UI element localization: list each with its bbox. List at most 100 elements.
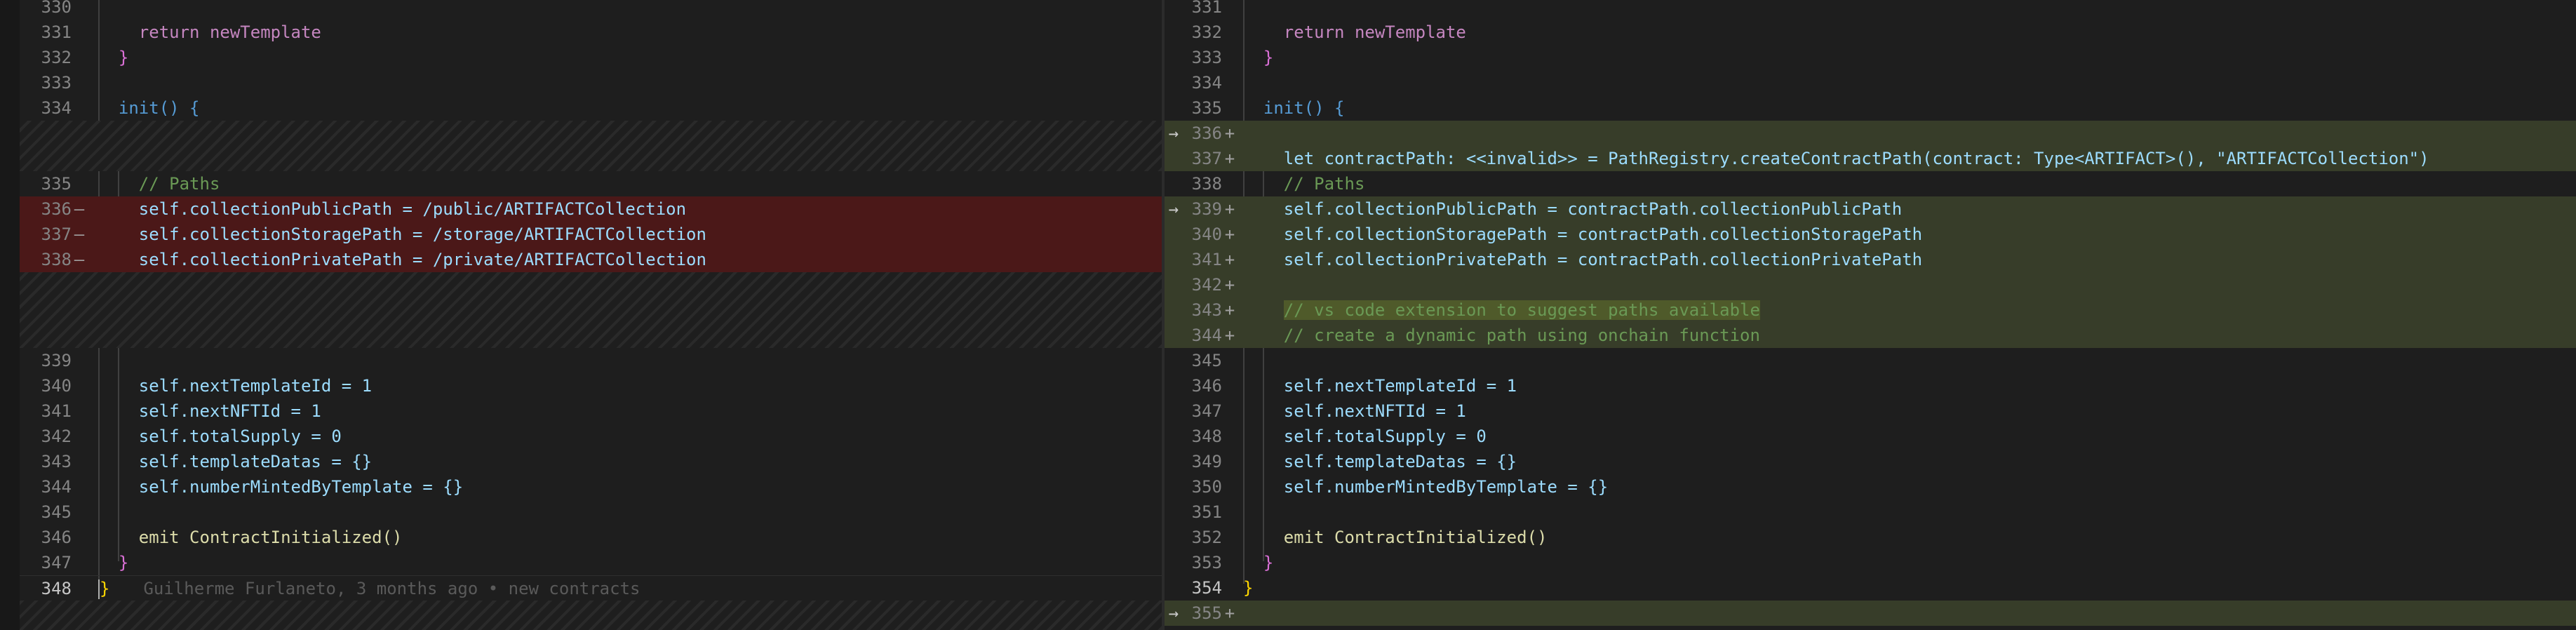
arrow-right-icon[interactable]: →	[1165, 199, 1183, 219]
code-text: }	[1263, 553, 1274, 572]
line-number: 337	[1191, 149, 1222, 168]
code-line[interactable]: 346 self.nextTemplateId = 1	[1165, 373, 2576, 398]
added-line[interactable]: → 339 + self.collectionPublicPath = contra…	[1165, 196, 2576, 222]
code-line[interactable]: 344 self.numberMintedByTemplate = {}	[20, 474, 1162, 500]
line-number: 336	[41, 199, 72, 219]
line-number: 349	[1191, 452, 1222, 471]
code-text: self.nextTemplateId = 1	[1283, 376, 1517, 396]
code-line[interactable]: 340 self.nextTemplateId = 1	[20, 373, 1162, 398]
code-line[interactable]: 332 return newTemplate	[1165, 20, 2576, 45]
code-text: self.collectionPrivatePath = /private/AR…	[138, 250, 706, 269]
code-line[interactable]: 348 self.totalSupply = 0	[1165, 424, 2576, 449]
code-text: return newTemplate	[1283, 22, 1466, 42]
code-line[interactable]: 345	[1165, 348, 2576, 373]
code-text: self.nextNFTId = 1	[138, 401, 321, 421]
added-line[interactable]: 341 + self.collectionPrivatePath = contra…	[1165, 247, 2576, 272]
modified-pane[interactable]: 331 332 return newTemplate 333 } 334 335…	[1165, 0, 2576, 630]
code-line[interactable]: 339	[20, 348, 1162, 373]
code-text: }	[1263, 48, 1274, 67]
removed-line[interactable]: 337— self.collectionStoragePath = /stora…	[20, 222, 1162, 247]
line-number: 344	[1191, 326, 1222, 345]
code-line[interactable]: 341 self.nextNFTId = 1	[20, 398, 1162, 424]
code-line[interactable]: 352 emit ContractInitialized()	[1165, 525, 2576, 550]
line-number: 341	[1191, 250, 1222, 269]
code-line[interactable]: 330	[20, 0, 1162, 20]
line-number: 341	[41, 401, 72, 421]
code-line[interactable]: 335 init() {	[1165, 95, 2576, 121]
line-number: 331	[1191, 0, 1222, 17]
code-text: self.totalSupply = 0	[1283, 427, 1487, 446]
code-line[interactable]: 334	[1165, 70, 2576, 95]
code-line[interactable]: 332 }	[20, 45, 1162, 70]
diff-filler	[20, 601, 1162, 630]
added-line[interactable]: → 336 +	[1165, 121, 2576, 146]
current-line[interactable]: 348 } Guilherme Furlaneto, 3 months ago •…	[20, 575, 1162, 602]
code-text: // Paths	[1283, 174, 1365, 194]
added-line[interactable]: 342 +	[1165, 272, 2576, 297]
code-text: }	[100, 579, 110, 598]
code-text: }	[118, 48, 129, 67]
line-number: 346	[1191, 376, 1222, 396]
added-line[interactable]: 337 + let contractPath: <<invalid>> = Pat…	[1165, 146, 2576, 171]
code-line[interactable]: 350 self.numberMintedByTemplate = {}	[1165, 474, 2576, 500]
line-number: 336	[1191, 123, 1222, 143]
arrow-right-icon[interactable]: →	[1165, 603, 1183, 623]
added-mark: +	[1224, 326, 1235, 345]
code-line[interactable]: 345	[20, 500, 1162, 525]
code-text: self.collectionPublicPath = /public/ARTI…	[138, 199, 687, 219]
code-text: self.templateDatas = {}	[138, 452, 373, 471]
code-line[interactable]: 351	[1165, 500, 2576, 525]
code-line[interactable]: 335 // Paths	[20, 171, 1162, 196]
code-text: self.collectionPublicPath = contractPath…	[1283, 199, 1903, 219]
line-number: 342	[1191, 275, 1222, 295]
line-number: 338	[41, 250, 72, 269]
code-line[interactable]: 349 self.templateDatas = {}	[1165, 449, 2576, 474]
code-text: return newTemplate	[138, 22, 321, 42]
code-line[interactable]: 346 emit ContractInitialized()	[20, 525, 1162, 550]
original-pane[interactable]: 330 331 return newTemplate 332 } 333 334…	[20, 0, 1162, 630]
code-text: self.collectionStoragePath = contractPat…	[1283, 224, 1923, 244]
code-line[interactable]: 347 self.nextNFTId = 1	[1165, 398, 2576, 424]
line-number: 350	[1191, 477, 1222, 497]
code-line[interactable]: 334 init() {	[20, 95, 1162, 121]
code-text: init() {	[118, 98, 200, 118]
code-line[interactable]: 331 return newTemplate	[20, 20, 1162, 45]
line-number: 334	[1191, 73, 1222, 93]
added-mark: +	[1224, 199, 1235, 219]
code-line[interactable]: 354 }	[1165, 575, 2576, 601]
code-line[interactable]: 342 self.totalSupply = 0	[20, 424, 1162, 449]
line-number: 333	[41, 73, 72, 93]
added-line[interactable]: → 355 +	[1165, 601, 2576, 626]
line-number: 345	[1191, 351, 1222, 370]
code-line[interactable]: 353 }	[1165, 550, 2576, 575]
code-text: self.numberMintedByTemplate = {}	[1283, 477, 1609, 497]
added-line[interactable]: 340 + self.collectionStoragePath = contra…	[1165, 222, 2576, 247]
code-text: }	[118, 553, 129, 572]
added-line[interactable]: 343 + // vs code extension to suggest pat…	[1165, 297, 2576, 323]
code-text: let contractPath: <<invalid>> = PathRegi…	[1283, 149, 2429, 168]
removed-line[interactable]: 338— self.collectionPrivatePath = /priva…	[20, 247, 1162, 272]
code-text: self.collectionPrivatePath = contractPat…	[1283, 250, 1923, 269]
arrow-right-icon[interactable]: →	[1165, 123, 1183, 143]
removed-line[interactable]: 336— self.collectionPublicPath = /public…	[20, 196, 1162, 222]
diff-filler	[20, 121, 1162, 171]
line-number: 332	[41, 48, 72, 67]
line-number: 348	[1191, 427, 1222, 446]
code-line[interactable]: 331	[1165, 0, 2576, 20]
added-line[interactable]: 344 + // create a dynamic path using onch…	[1165, 323, 2576, 348]
code-text: init() {	[1263, 98, 1345, 118]
code-line[interactable]: 333	[20, 70, 1162, 95]
code-text: // Paths	[138, 174, 220, 194]
code-text: // vs code extension to suggest paths av…	[1283, 300, 1760, 320]
code-line[interactable]: 343 self.templateDatas = {}	[20, 449, 1162, 474]
code-line[interactable]: 333 }	[1165, 45, 2576, 70]
added-mark: +	[1224, 149, 1235, 168]
code-text: self.numberMintedByTemplate = {}	[138, 477, 464, 497]
code-line[interactable]: 338 // Paths	[1165, 171, 2576, 196]
code-text: }	[1243, 578, 1254, 598]
line-number: 340	[1191, 224, 1222, 244]
code-line[interactable]: 347 }	[20, 550, 1162, 575]
line-number: 343	[41, 452, 72, 471]
code-text: self.nextNFTId = 1	[1283, 401, 1466, 421]
line-number: 333	[1191, 48, 1222, 67]
